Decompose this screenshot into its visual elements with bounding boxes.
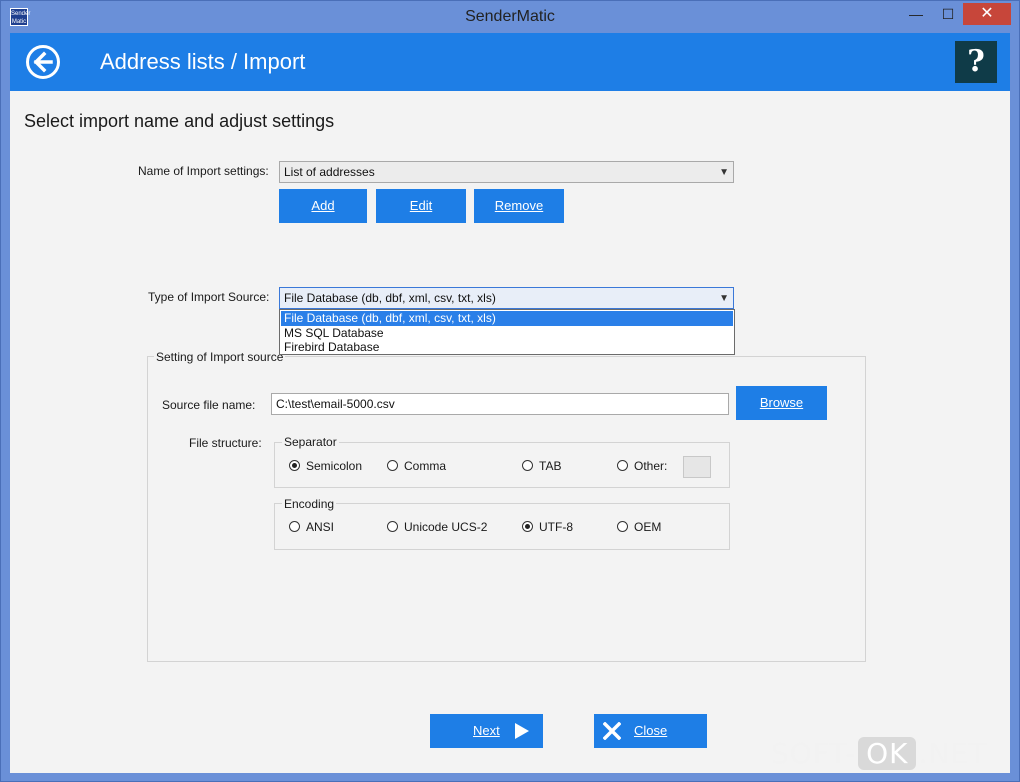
radio-other[interactable]: Other:	[617, 458, 667, 474]
close-label: Close	[634, 723, 668, 738]
watermark-pre: SOFT-	[771, 737, 857, 770]
encoding-group	[274, 503, 730, 550]
watermark-ok: OK	[858, 737, 917, 770]
app-window: Sender Matic SenderMatic — ☐ ✕ Address l…	[0, 0, 1020, 782]
radio-oem[interactable]: OEM	[617, 519, 661, 535]
page-header: Address lists / Import ?	[10, 33, 1010, 91]
radio-label: ANSI	[306, 520, 335, 534]
dropdown-option-firebird[interactable]: Firebird Database	[281, 340, 733, 355]
dropdown-option-ms-sql[interactable]: MS SQL Database	[281, 326, 733, 341]
radio-dot-icon	[522, 460, 533, 471]
radio-dot-icon	[387, 460, 398, 471]
close-x-icon	[603, 722, 621, 740]
page-title: Address lists / Import	[100, 49, 306, 74]
separator-title: Separator	[282, 435, 339, 449]
radio-utf8[interactable]: UTF-8	[522, 519, 573, 535]
file-structure-label: File structure:	[189, 436, 262, 450]
radio-ansi[interactable]: ANSI	[289, 519, 334, 535]
import-settings-select[interactable]: List of addresses ▼	[279, 161, 734, 183]
main-content: Select import name and adjust settings N…	[10, 91, 1010, 773]
import-source-value: File Database (db, dbf, xml, csv, txt, x…	[284, 291, 496, 305]
import-settings-label: Name of Import settings:	[138, 164, 269, 178]
radio-label: Semicolon	[306, 459, 363, 473]
import-source-dropdown: File Database (db, dbf, xml, csv, txt, x…	[279, 309, 735, 355]
radio-tab[interactable]: TAB	[522, 458, 561, 474]
import-source-select[interactable]: File Database (db, dbf, xml, csv, txt, x…	[279, 287, 734, 309]
chevron-down-icon: ▼	[719, 167, 729, 178]
import-settings-value: List of addresses	[284, 165, 375, 179]
radio-label: OEM	[634, 520, 662, 534]
radio-dot-icon	[617, 460, 628, 471]
other-separator-input[interactable]	[683, 456, 711, 478]
maximize-button[interactable]: ☐	[933, 3, 963, 25]
source-file-input[interactable]: C:\test\email-5000.csv	[271, 393, 729, 415]
radio-dot-icon	[522, 521, 533, 532]
source-file-label: Source file name:	[162, 398, 256, 412]
dropdown-option-file-database[interactable]: File Database (db, dbf, xml, csv, txt, x…	[281, 311, 733, 326]
close-button[interactable]: Close	[594, 714, 707, 748]
import-source-settings-title: Setting of Import source	[154, 350, 286, 364]
radio-dot-icon	[289, 460, 300, 471]
minimize-button[interactable]: —	[901, 3, 931, 25]
encoding-title: Encoding	[282, 497, 337, 511]
radio-label: TAB	[539, 459, 562, 473]
chevron-down-icon: ▼	[719, 293, 729, 304]
radio-label: UTF-8	[539, 520, 573, 534]
close-window-button[interactable]: ✕	[963, 3, 1011, 25]
watermark-post: .NET	[918, 737, 988, 770]
radio-dot-icon	[387, 521, 398, 532]
back-button[interactable]	[26, 45, 60, 79]
radio-unicode[interactable]: Unicode UCS-2	[387, 519, 487, 535]
next-button[interactable]: Next	[430, 714, 543, 748]
radio-dot-icon	[289, 521, 300, 532]
help-button[interactable]: ?	[955, 41, 997, 83]
window-title: SenderMatic	[465, 8, 555, 25]
edit-button[interactable]: Edit	[376, 189, 466, 223]
import-source-label: Type of Import Source:	[148, 290, 270, 304]
back-arrow-icon	[33, 51, 53, 73]
radio-label: Comma	[404, 459, 447, 473]
add-button[interactable]: Add	[279, 189, 367, 223]
radio-label: Other:	[634, 459, 668, 473]
play-arrow-icon	[515, 723, 529, 739]
radio-dot-icon	[617, 521, 628, 532]
radio-label: Unicode UCS-2	[404, 520, 488, 534]
watermark: SOFT- OK .NET	[771, 737, 987, 777]
section-heading: Select import name and adjust settings	[24, 111, 335, 131]
next-label: Next	[473, 723, 500, 738]
radio-semicolon[interactable]: Semicolon	[289, 458, 362, 474]
browse-button[interactable]: Browse	[736, 386, 827, 420]
title-bar[interactable]: Sender Matic SenderMatic — ☐ ✕	[1, 1, 1019, 33]
radio-comma[interactable]: Comma	[387, 458, 446, 474]
remove-button[interactable]: Remove	[474, 189, 564, 223]
